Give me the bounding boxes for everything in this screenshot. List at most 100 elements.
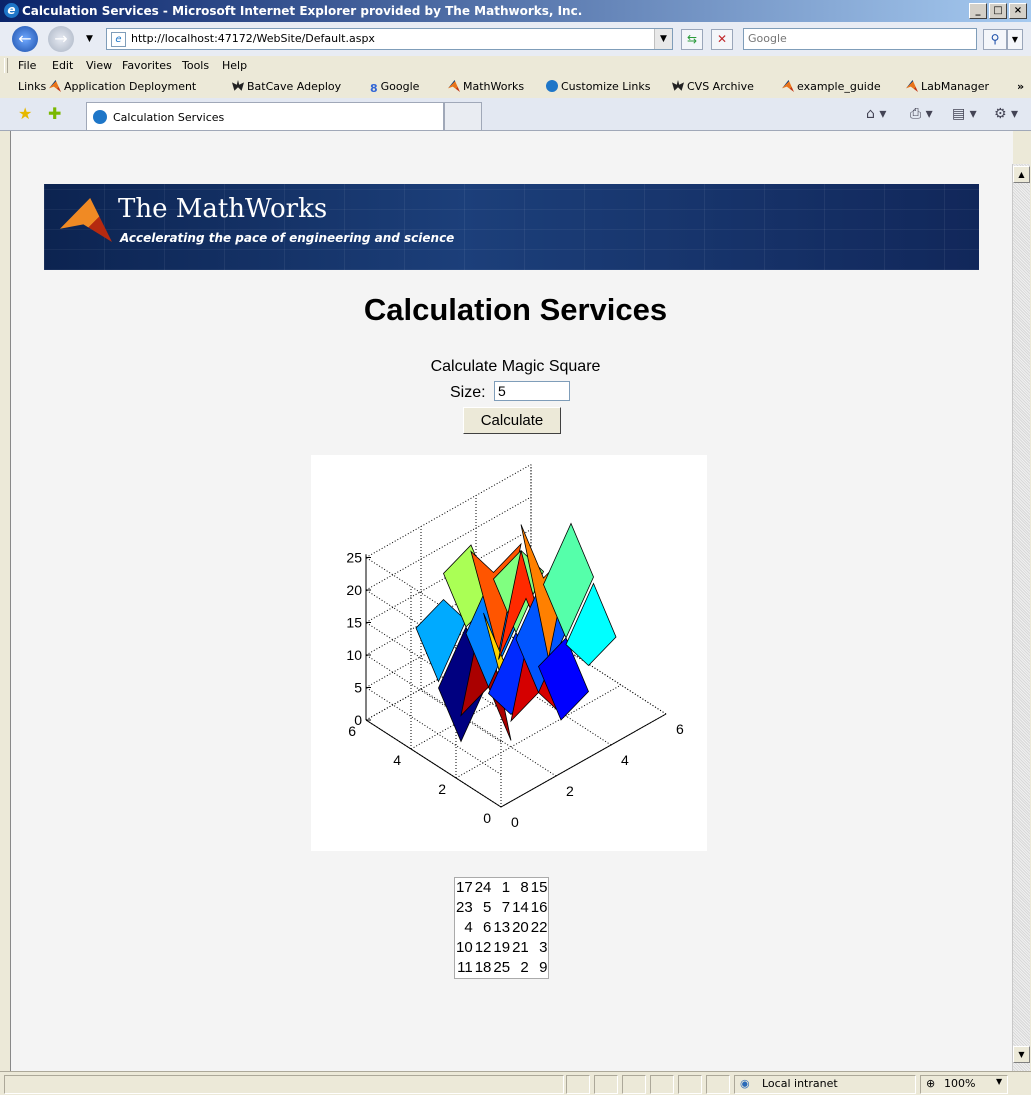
surface-plot-svg: 051015202502460246 xyxy=(346,464,684,830)
window-title: Calculation Services - Microsoft Interne… xyxy=(22,4,583,18)
x-tick-label: 4 xyxy=(621,752,629,768)
page-menu-icon[interactable]: ▤ ▾ xyxy=(952,106,977,122)
menu-tools[interactable]: Tools xyxy=(182,59,209,72)
minimize-button[interactable]: _ xyxy=(969,3,987,19)
ie-logo-icon: e xyxy=(4,3,19,18)
z-tick-label: 25 xyxy=(346,550,362,566)
table-cell: 1 xyxy=(501,879,511,896)
scroll-up-arrow-icon[interactable]: ▲ xyxy=(1013,166,1030,183)
tab-calculation-services[interactable]: Calculation Services xyxy=(86,102,444,130)
x-axis xyxy=(500,713,667,808)
z-tick-label: 10 xyxy=(346,647,362,663)
table-cell: 13 xyxy=(493,919,511,936)
search-icon[interactable]: ⚲ xyxy=(983,29,1007,50)
x-tick-label: 0 xyxy=(511,814,519,830)
address-bar[interactable]: e http://localhost:47172/WebSite/Default… xyxy=(106,28,673,50)
z-tick-label: 5 xyxy=(354,680,362,696)
refresh-button[interactable]: ⇆ xyxy=(681,29,703,50)
link-batcave-adeploy[interactable]: BatCave Adeploy xyxy=(232,80,341,93)
link-mathworks[interactable]: MathWorks xyxy=(448,80,524,93)
table-cell: 11 xyxy=(457,959,473,976)
search-input[interactable] xyxy=(744,29,972,47)
table-cell: 18 xyxy=(474,959,492,976)
table-cell: 12 xyxy=(474,939,492,956)
grid-line xyxy=(455,684,622,779)
google-icon: 8 xyxy=(370,82,378,95)
forward-button[interactable]: → xyxy=(48,26,74,52)
table-row: 11 18 25 2 9 xyxy=(455,958,549,979)
size-input[interactable] xyxy=(494,381,570,401)
menu-favorites[interactable]: Favorites xyxy=(122,59,172,72)
tools-gear-icon[interactable]: ⚙ ▾ xyxy=(994,106,1018,122)
y-tick-label: 0 xyxy=(483,810,491,826)
print-icon[interactable]: ⎙ ▾ xyxy=(910,106,933,122)
banner-tagline: Accelerating the pace of engineering and… xyxy=(120,231,455,245)
intranet-globe-icon: ◉ xyxy=(740,1077,750,1090)
bat-icon xyxy=(232,80,244,91)
close-button[interactable]: × xyxy=(1009,3,1027,19)
y-axis xyxy=(365,719,502,808)
status-bar: ◉ Local intranet ⊕ 100% ▼ xyxy=(0,1071,1031,1095)
table-row: 10 12 19 21 3 xyxy=(455,938,549,958)
window-title-bar: e Calculation Services - Microsoft Inter… xyxy=(0,0,1031,22)
links-bar: Links Application Deployment BatCave Ade… xyxy=(0,75,1031,99)
calculate-button[interactable]: Calculate xyxy=(463,407,561,434)
zoom-dropdown-icon[interactable]: ▼ xyxy=(996,1077,1002,1086)
table-cell: 14 xyxy=(512,899,529,916)
bat-icon xyxy=(672,80,684,91)
new-tab-button[interactable] xyxy=(444,102,482,130)
y-tick-label: 6 xyxy=(348,723,356,739)
table-cell: 2 xyxy=(520,959,529,976)
favorites-star-icon[interactable]: ★ xyxy=(18,104,32,123)
link-example-guide[interactable]: example_guide xyxy=(782,80,881,93)
y-tick-label: 2 xyxy=(438,781,446,797)
table-cell: 15 xyxy=(530,879,548,896)
zoom-icon: ⊕ xyxy=(926,1077,936,1090)
maximize-button[interactable]: □ xyxy=(989,3,1007,19)
ie-page-icon xyxy=(546,80,558,92)
search-box[interactable] xyxy=(743,28,977,50)
zone-label: Local intranet xyxy=(762,1077,838,1090)
grid-line xyxy=(420,688,557,777)
search-options-icon[interactable]: ▼ xyxy=(1007,29,1023,50)
y-tick-label: 4 xyxy=(393,752,401,768)
size-label: Size: xyxy=(450,384,486,401)
table-cell: 21 xyxy=(512,939,529,956)
menu-edit[interactable]: Edit xyxy=(52,59,73,72)
mathworks-banner: The MathWorks Accelerating the pace of e… xyxy=(44,184,979,270)
home-icon[interactable]: ⌂ ▾ xyxy=(866,106,886,122)
link-cvs-archive[interactable]: CVS Archive xyxy=(672,80,754,93)
magic-square-table: 17 24 1 8 15 23 5 7 14 16 4 6 13 20 22 10 12 19 21 3 11 18 25 2… xyxy=(454,877,550,979)
menu-file[interactable]: File xyxy=(18,59,36,72)
x-tick-label: 2 xyxy=(566,783,574,799)
form-label: Calculate Magic Square xyxy=(430,358,601,375)
history-dropdown-icon[interactable]: ▼ xyxy=(86,34,93,44)
grid-line xyxy=(365,687,502,775)
z-tick-label: 15 xyxy=(346,615,362,631)
address-url: http://localhost:47172/WebSite/Default.a… xyxy=(131,32,375,45)
table-cell: 8 xyxy=(520,879,529,896)
mathworks-logo-icon xyxy=(49,80,61,92)
back-button[interactable]: ← xyxy=(12,26,38,52)
scroll-down-arrow-icon[interactable]: ▼ xyxy=(1013,1046,1030,1063)
menu-view[interactable]: View xyxy=(86,59,112,72)
table-cell: 7 xyxy=(501,899,511,916)
table-cell: 22 xyxy=(530,919,548,936)
table-cell: 9 xyxy=(539,959,548,976)
x-tick-label: 6 xyxy=(676,721,684,737)
link-application-deployment[interactable]: Application Deployment xyxy=(49,80,196,93)
menu-help[interactable]: Help xyxy=(222,59,247,72)
page-title: Calculation Services xyxy=(363,292,668,327)
links-overflow-chevron-icon[interactable]: » xyxy=(1017,80,1024,93)
magic-square-surface-plot: 0 5 10 15 20 25 0 2 4 6 0 2 4 6 xyxy=(311,455,707,851)
link-labmanager[interactable]: LabManager xyxy=(906,80,989,93)
toolbar-grip xyxy=(4,58,8,73)
zoom-level[interactable]: 100% xyxy=(944,1077,975,1090)
link-customize-links[interactable]: Customize Links xyxy=(546,80,651,93)
link-google[interactable]: 8 Google xyxy=(370,80,419,95)
stop-button[interactable]: ✕ xyxy=(711,29,733,50)
table-cell: 3 xyxy=(539,939,548,956)
add-favorite-icon[interactable]: ✚ xyxy=(48,104,61,123)
address-dropdown-icon[interactable]: ▼ xyxy=(654,29,672,49)
links-label: Links xyxy=(18,80,47,93)
